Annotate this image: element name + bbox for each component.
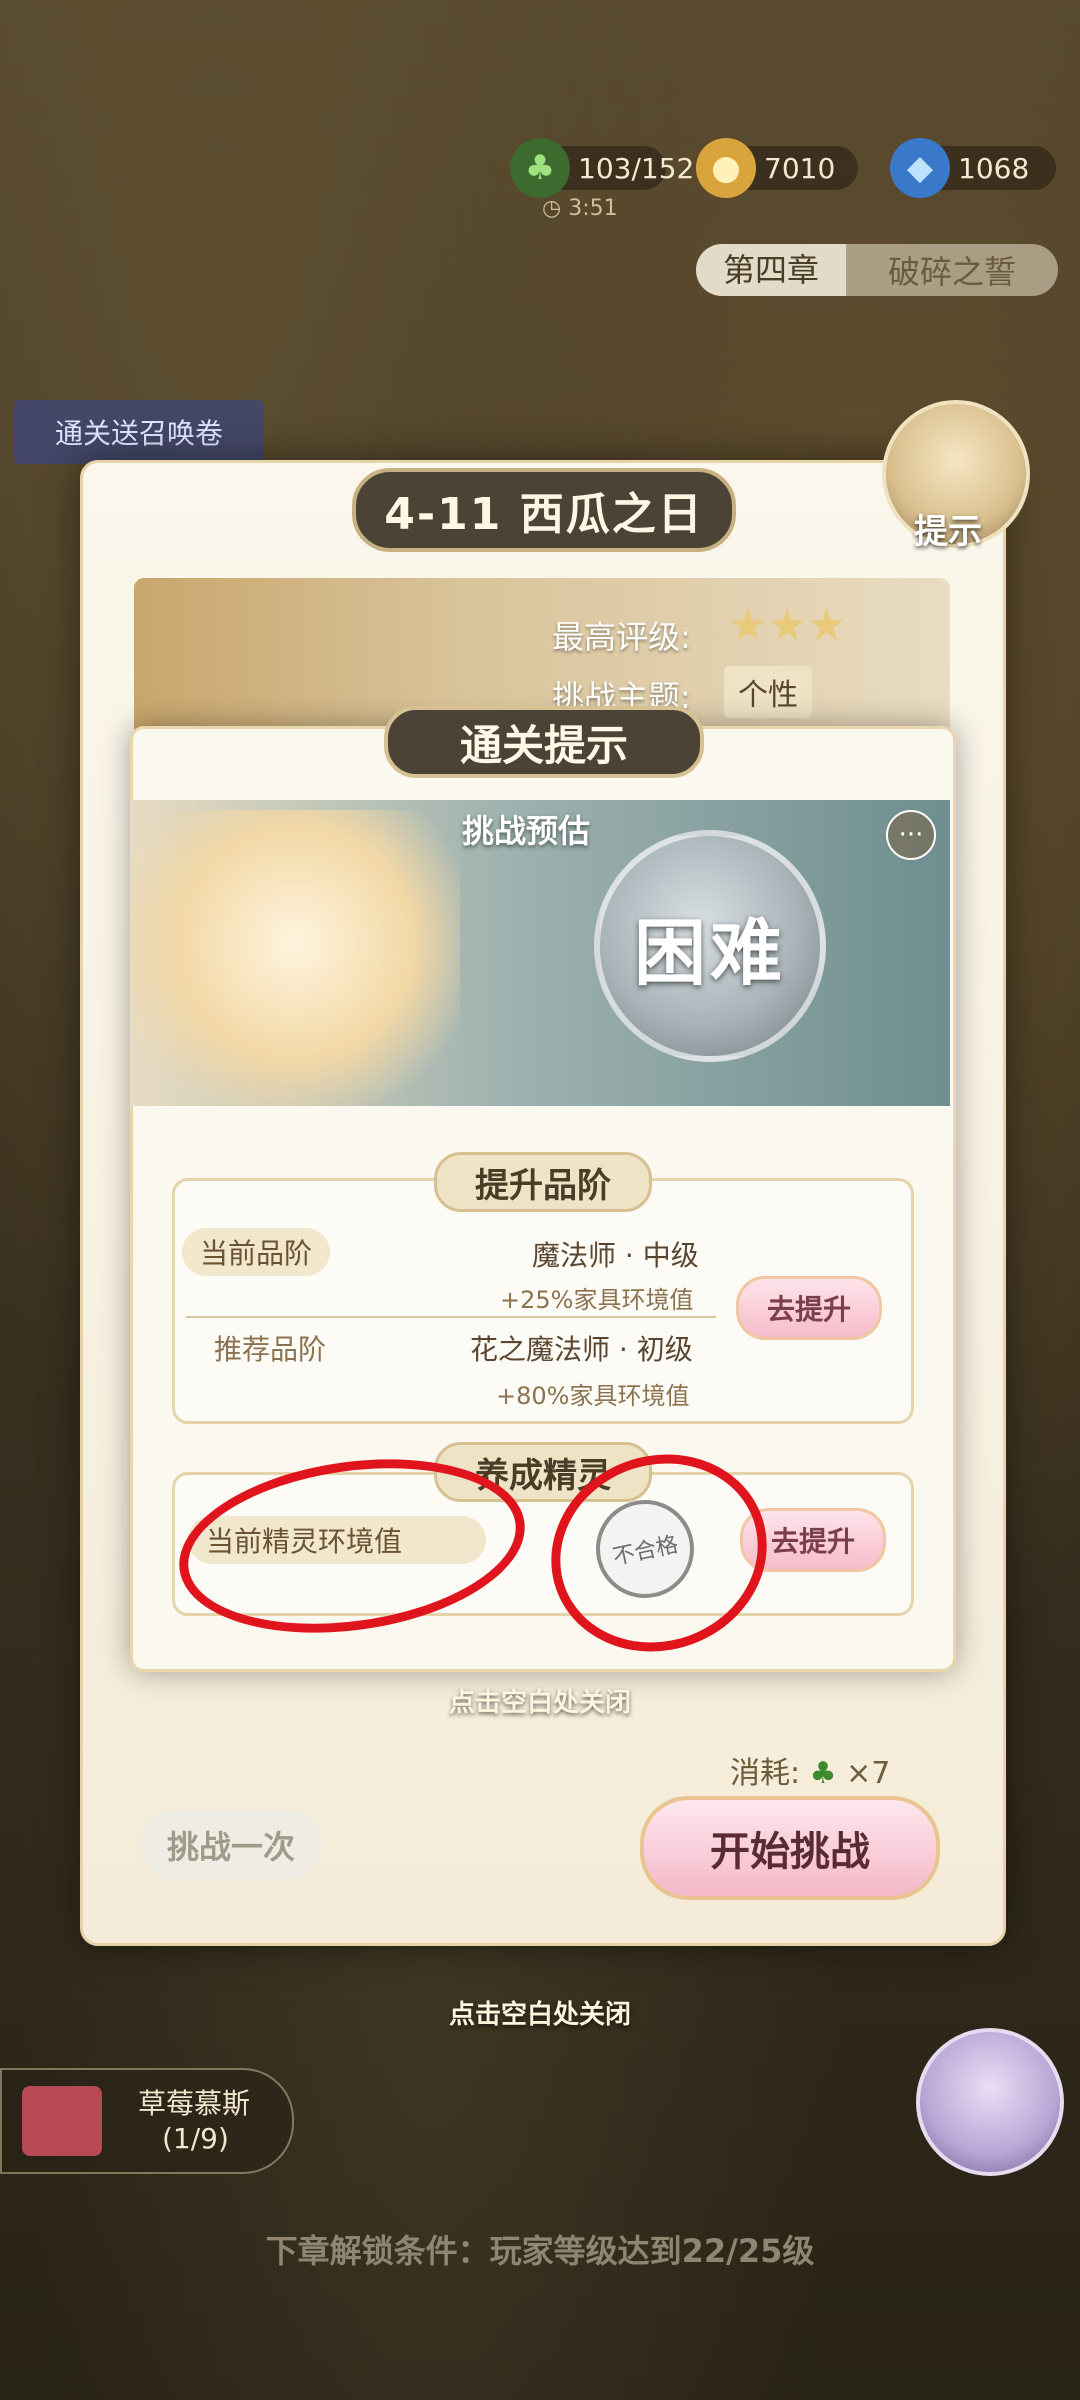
upgrade-rank-button[interactable]: 去提升: [736, 1276, 882, 1340]
difficulty-orb: 困难: [594, 830, 826, 1062]
upgrade-rank-tag: 提升品阶: [434, 1152, 652, 1212]
coin-value: 7010: [764, 151, 836, 185]
chapter-number: 第四章: [696, 244, 846, 296]
cost-display: 消耗: ♣ ×7: [730, 1748, 890, 1792]
spirit-character-image: [130, 810, 460, 1106]
gem-icon: ◆: [890, 138, 950, 198]
recommend-rank-bonus: +80%家具环境值: [496, 1382, 690, 1410]
theme-value: 个性: [724, 666, 812, 718]
gem-counter[interactable]: ◆ 1068: [890, 138, 1056, 198]
clover-timer: ◷ 3:51: [542, 196, 618, 221]
recommend-rank-value: 花之魔法师 · 初级: [470, 1333, 693, 1366]
cost-label: 消耗:: [730, 1756, 801, 1791]
clover-counter[interactable]: ♣ 103/152: [510, 138, 694, 198]
dialog-title: 通关提示: [384, 706, 704, 778]
rank-divider: [186, 1316, 716, 1318]
start-challenge-button[interactable]: 开始挑战: [640, 1796, 940, 1900]
clover-cost-icon: ♣: [809, 1756, 837, 1791]
more-dots-icon: ···: [898, 820, 924, 850]
next-chapter-unlock: 下章解锁条件：玩家等级达到22/25级: [265, 2232, 815, 2270]
next-reward-item[interactable]: 草莓慕斯 (1/9): [0, 2068, 294, 2174]
current-rank-label: 当前品阶: [182, 1228, 331, 1276]
rating-stars: ★★★: [728, 600, 847, 651]
recommend-rank-label: 推荐品阶: [214, 1333, 327, 1366]
estimate-label: 挑战预估: [462, 812, 591, 850]
clock-icon: ◷: [542, 196, 569, 221]
reward-item-name: 草莓慕斯: [138, 2087, 251, 2120]
more-options-button[interactable]: ···: [886, 810, 936, 860]
best-rating-label: 最高评级:: [552, 618, 691, 656]
chapter-name: 破碎之誓: [887, 253, 1016, 291]
clover-timer-value: 3:51: [568, 196, 618, 221]
coin-counter[interactable]: ● 7010: [696, 138, 858, 198]
stage-title: 4-11 西瓜之日: [352, 468, 736, 552]
clover-icon: ♣: [510, 138, 570, 198]
challenge-once-button[interactable]: 挑战一次: [140, 1810, 322, 1880]
strawberry-mousse-icon: [22, 2086, 102, 2156]
current-rank-value: 魔法师 · 中级: [532, 1239, 699, 1272]
gem-value: 1068: [958, 151, 1030, 185]
reward-item-progress: (1/9): [162, 2122, 229, 2155]
current-rank-bonus: +25%家具环境值: [500, 1286, 694, 1314]
clear-reward-badge[interactable]: 通关送召唤卷: [14, 400, 264, 464]
close-hint-bottom[interactable]: 点击空白处关闭: [0, 1994, 1080, 2031]
difficulty-text: 困难: [633, 910, 786, 995]
clover-value: 103/152: [578, 151, 695, 185]
dialog-close-hint[interactable]: 点击空白处关闭: [0, 1682, 1080, 1719]
chapter-indicator[interactable]: 第四章 破碎之誓: [696, 244, 1058, 296]
coin-icon: ●: [696, 138, 756, 198]
hint-label: 提示: [914, 512, 982, 552]
cost-value: ×7: [846, 1756, 891, 1791]
companion-avatar[interactable]: [916, 2028, 1064, 2176]
